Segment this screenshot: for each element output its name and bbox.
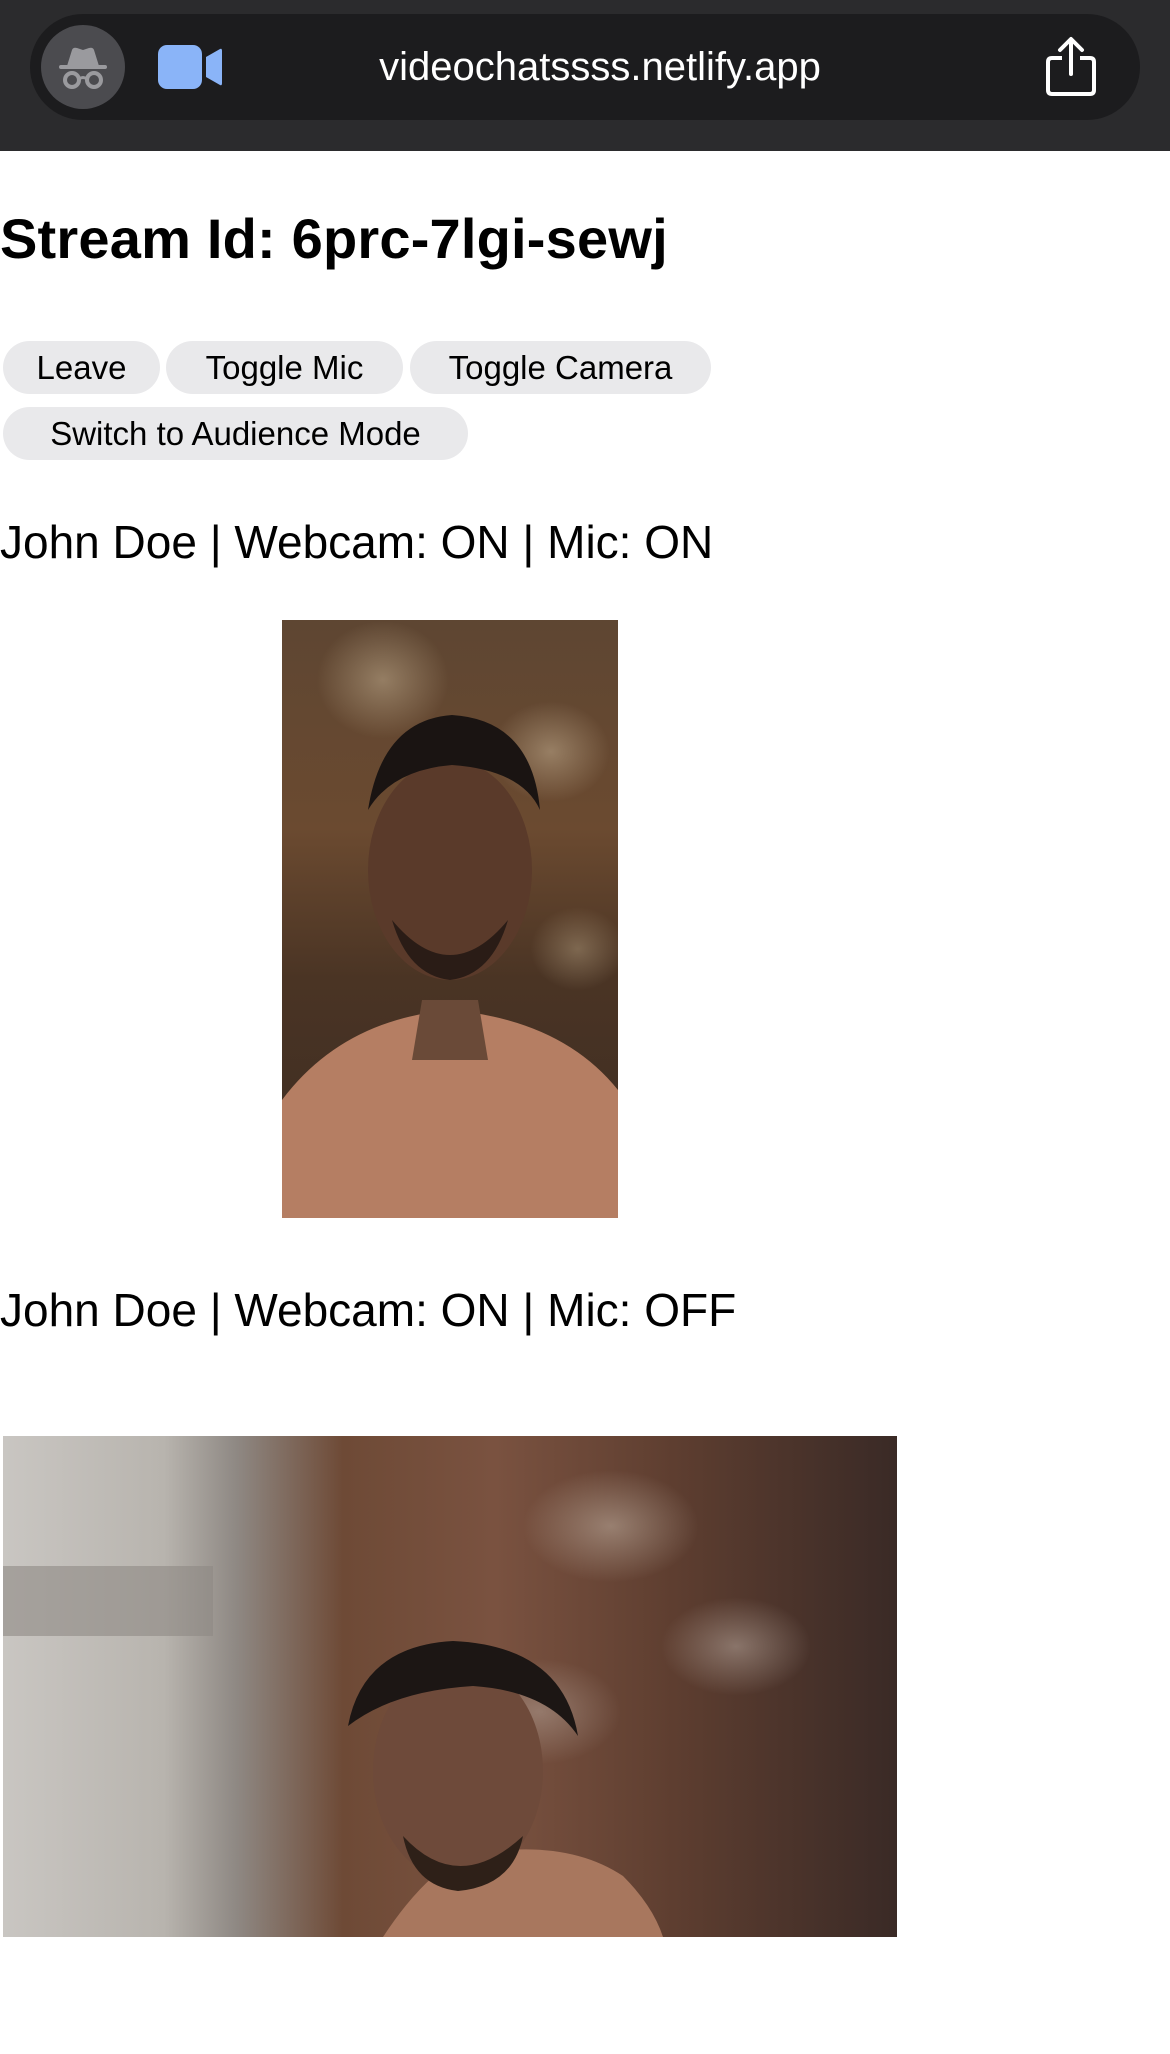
address-bar[interactable]: videochatssss.netlify.app (30, 14, 1140, 120)
toggle-mic-button[interactable]: Toggle Mic (166, 341, 403, 394)
video-frame (282, 715, 618, 1218)
participant-status: John Doe | Webcam: ON | Mic: OFF (0, 1284, 737, 1336)
incognito-button[interactable] (41, 25, 125, 109)
browser-toolbar: videochatssss.netlify.app (0, 0, 1170, 151)
audience-mode-button[interactable]: Switch to Audience Mode (3, 407, 468, 460)
share-icon[interactable] (1040, 36, 1102, 98)
participant-status: John Doe | Webcam: ON | Mic: ON (0, 516, 714, 568)
video-camera-icon (158, 45, 222, 89)
incognito-icon (59, 47, 107, 89)
video-frame (3, 1566, 663, 1937)
leave-button[interactable]: Leave (3, 341, 160, 394)
participant-video (282, 620, 618, 1218)
toggle-camera-button[interactable]: Toggle Camera (410, 341, 711, 394)
participant-video (3, 1436, 897, 1937)
page-title: Stream Id: 6prc-7lgi-sewj (0, 207, 668, 270)
url-text: videochatssss.netlify.app (379, 45, 821, 89)
